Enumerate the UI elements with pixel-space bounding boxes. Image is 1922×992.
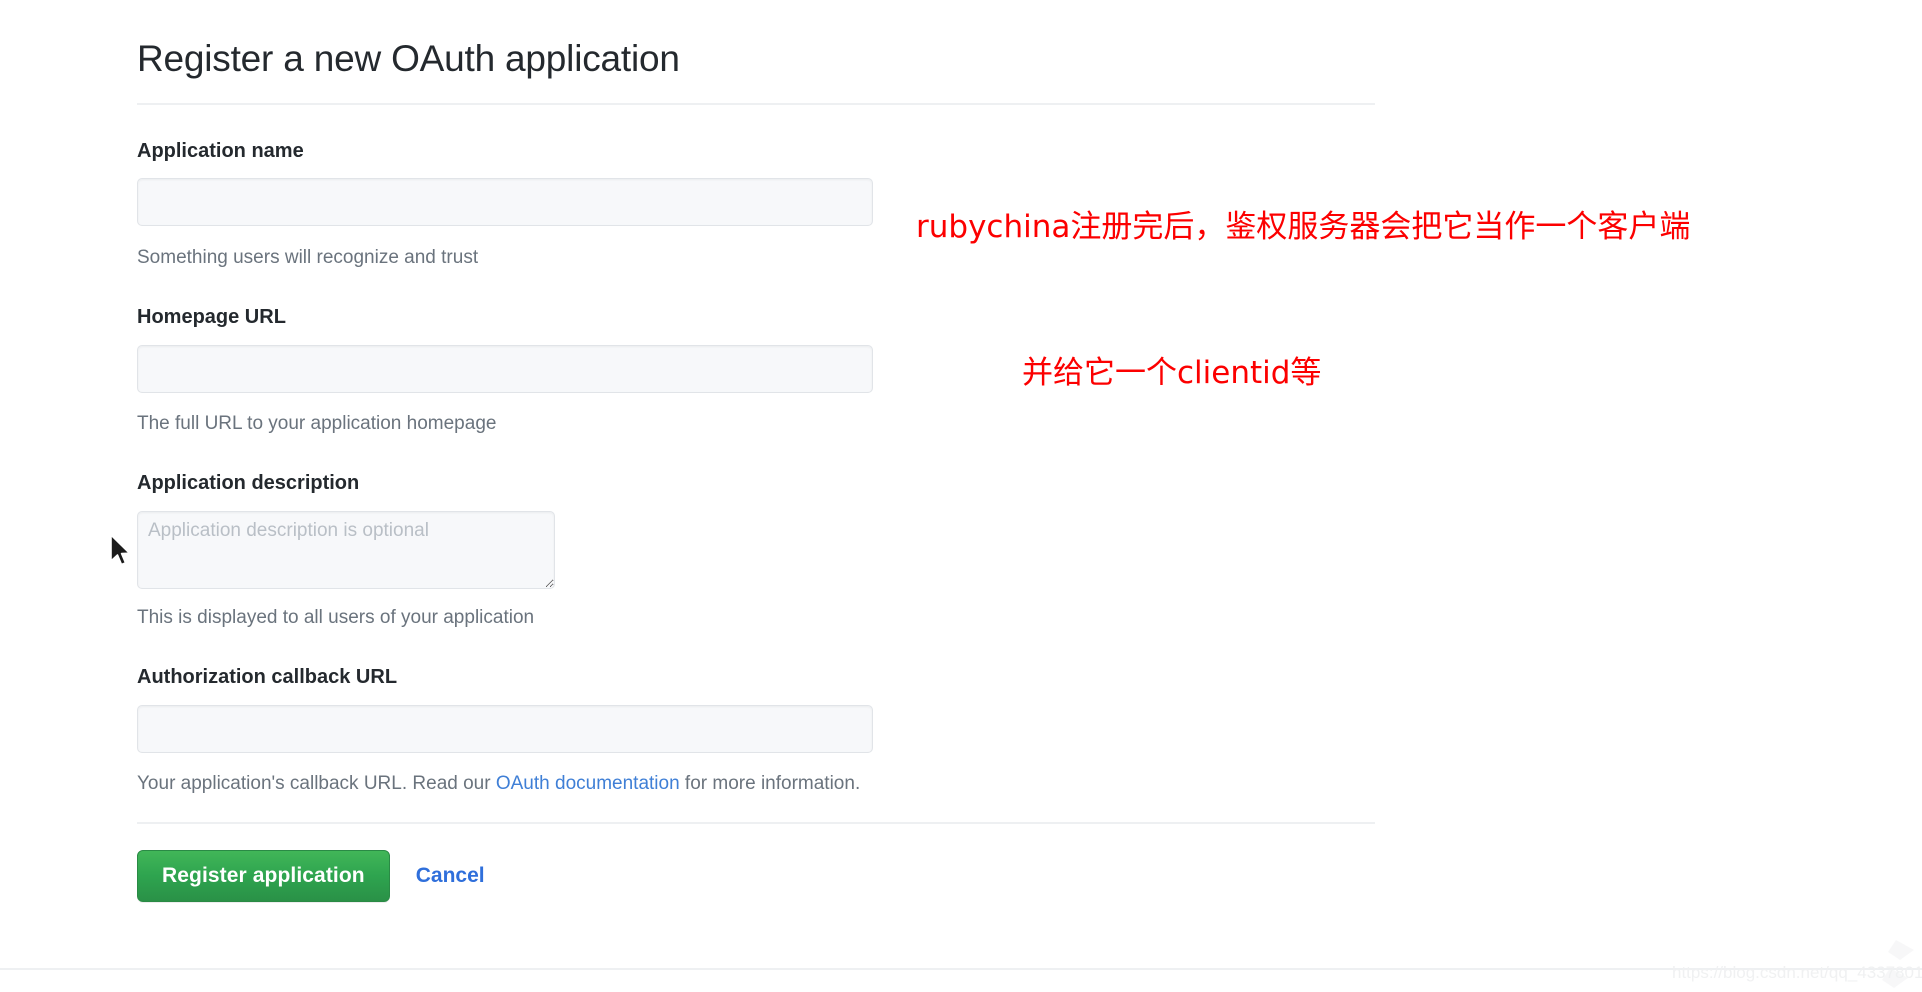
label-authorization-callback-url: Authorization callback URL (137, 666, 398, 688)
register-application-button[interactable]: Register application (137, 850, 390, 902)
oauth-registration-form: Register a new OAuth application (137, 0, 1377, 82)
application-description-textarea[interactable] (137, 511, 555, 589)
csdn-logo-icon (1882, 940, 1914, 988)
label-application-description: Application description (137, 472, 360, 494)
oauth-documentation-link[interactable]: OAuth documentation (496, 773, 680, 794)
cancel-button[interactable]: Cancel (416, 864, 485, 888)
page-title: Register a new OAuth application (137, 38, 680, 79)
footer-divider (0, 968, 1922, 970)
authorization-callback-url-input[interactable] (137, 705, 873, 753)
homepage-url-input[interactable] (137, 345, 873, 393)
annotation-line-2: 并给它一个clientid等 (1022, 355, 1322, 391)
note-callback-text-before: Your application's callback URL. Read ou… (137, 773, 496, 794)
label-application-name: Application name (137, 140, 304, 162)
note-callback-text-after: for more information. (679, 773, 861, 794)
label-homepage-url: Homepage URL (137, 306, 286, 328)
title-divider (137, 103, 1375, 105)
form-actions: Register application Cancel (137, 850, 485, 902)
actions-divider (137, 822, 1375, 824)
note-homepage-url: The full URL to your application homepag… (137, 413, 497, 434)
note-authorization-callback-url: Your application's callback URL. Read ou… (137, 772, 860, 797)
annotation-line-1: rubychina注册完后，鉴权服务器会把它当作一个客户端 (916, 209, 1691, 245)
note-application-description: This is displayed to all users of your a… (137, 607, 535, 628)
mouse-cursor-arrow-icon (110, 534, 131, 566)
application-name-input[interactable] (137, 178, 873, 226)
note-application-name: Something users will recognize and trust (137, 247, 479, 268)
